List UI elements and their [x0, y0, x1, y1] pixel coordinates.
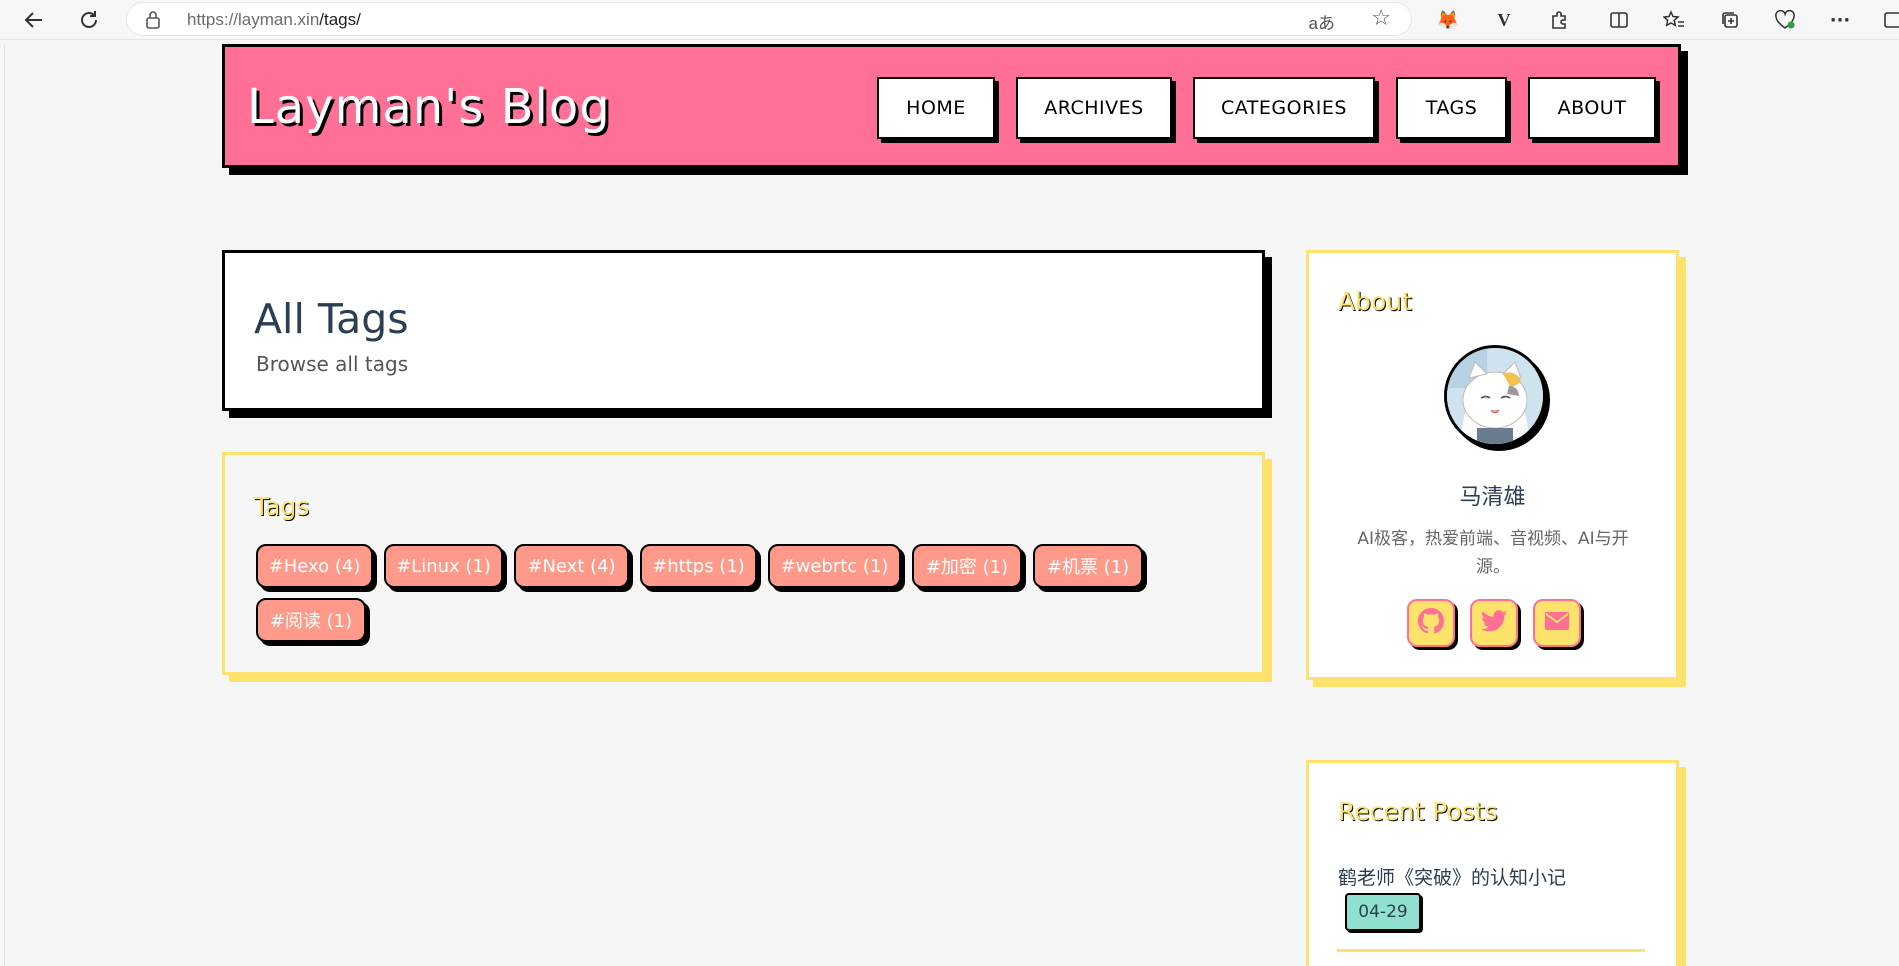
github-link[interactable] [1407, 599, 1455, 647]
avatar [1444, 345, 1546, 447]
email-link[interactable] [1533, 599, 1581, 647]
url-path: /tags/ [319, 10, 361, 29]
metamask-fox-icon[interactable]: 🦊 [1434, 6, 1462, 34]
page-header-card: All Tags Browse all tags [222, 250, 1265, 411]
github-icon [1418, 608, 1445, 638]
recent-posts-card: Recent Posts 鹤老师《突破》的认知小记 04-29 [1306, 760, 1679, 966]
tag-webrtc[interactable]: #webrtc (1) [768, 544, 901, 588]
twitter-icon [1481, 610, 1507, 636]
about-card-title: About [1338, 287, 1412, 316]
url-text[interactable]: https://layman.xin/tags/ [187, 10, 361, 30]
page-title: All Tags [254, 295, 409, 343]
lock-icon[interactable] [145, 10, 161, 34]
tags-card: Tags #Hexo (4) #Linux (1) #Next (4) #htt… [222, 452, 1265, 675]
tag-encryption[interactable]: #加密 (1) [912, 544, 1022, 588]
divider [1337, 949, 1645, 952]
favorites-list-icon[interactable] [1660, 6, 1688, 34]
back-arrow-icon[interactable] [20, 6, 48, 34]
nav-tags[interactable]: TAGS [1396, 77, 1507, 139]
tag-https[interactable]: #https (1) [640, 544, 757, 588]
nav-home[interactable]: HOME [877, 77, 995, 139]
favorite-star-icon[interactable]: ☆ [1371, 6, 1391, 31]
recent-post-title[interactable]: 鹤老师《突破》的认知小记 [1338, 863, 1566, 890]
browser-toolbar: https://layman.xin/tags/ aあ ☆ 🦊 V ··· [0, 0, 1899, 40]
recent-posts-title: Recent Posts [1338, 797, 1498, 826]
page-subtitle: Browse all tags [256, 352, 409, 376]
tag-flight-tickets[interactable]: #机票 (1) [1033, 544, 1143, 588]
collections-icon[interactable] [1716, 6, 1744, 34]
site-brand[interactable]: Layman's Blog [247, 79, 611, 135]
tag-reading[interactable]: #阅读 (1) [256, 598, 366, 642]
extensions-puzzle-icon[interactable] [1545, 6, 1573, 34]
nav-archives[interactable]: ARCHIVES [1016, 77, 1172, 139]
twitter-link[interactable] [1470, 599, 1518, 647]
refresh-icon[interactable] [75, 6, 103, 34]
read-aloud-icon[interactable]: aあ [1309, 9, 1335, 34]
browser-health-icon[interactable] [1771, 6, 1799, 34]
tag-linux[interactable]: #Linux (1) [384, 544, 503, 588]
site-header: Layman's Blog HOME ARCHIVES CATEGORIES T… [222, 44, 1681, 168]
more-menu-icon[interactable]: ··· [1826, 6, 1854, 34]
sidebar-icon[interactable] [1879, 6, 1899, 34]
author-description: AI极客，热爱前端、音视频、AI与开源。 [1357, 529, 1629, 577]
recent-post-date: 04-29 [1345, 893, 1421, 931]
address-bar[interactable]: https://layman.xin/tags/ aあ ☆ [126, 2, 1412, 36]
author-name: 马清雄 [1459, 485, 1526, 510]
tag-next[interactable]: #Next (4) [514, 544, 629, 588]
nav-categories[interactable]: CATEGORIES [1193, 77, 1375, 139]
nav-about[interactable]: ABOUT [1528, 77, 1656, 139]
envelope-icon [1544, 611, 1570, 635]
about-card: About 马清雄 AI极客，热爱前端、音视频、AI与开源。 [1306, 250, 1679, 680]
tags-card-title: Tags [254, 492, 310, 521]
tag-hexo[interactable]: #Hexo (4) [256, 544, 373, 588]
vimium-icon[interactable]: V [1490, 6, 1518, 34]
url-host: https://layman.xin [187, 10, 320, 29]
split-screen-icon[interactable] [1605, 6, 1633, 34]
